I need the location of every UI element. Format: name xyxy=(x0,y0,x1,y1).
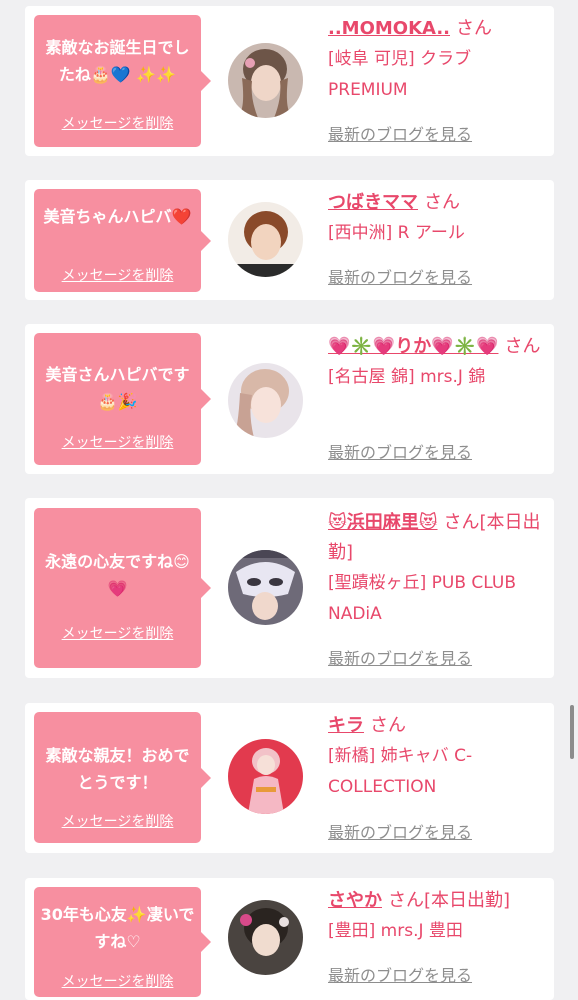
delete-message-link[interactable]: メッセージを削除 xyxy=(34,811,201,831)
delete-message-link[interactable]: メッセージを削除 xyxy=(34,623,201,643)
user-info: さやか さん[本日出勤] [豊田] mrs.J 豊田 xyxy=(328,886,546,947)
latest-blog-link[interactable]: 最新のブログを見る xyxy=(328,439,472,463)
honorific-label: さん xyxy=(443,512,480,533)
shop-info: [豊田] mrs.J 豊田 xyxy=(328,921,463,941)
delete-message-link[interactable]: メッセージを削除 xyxy=(34,265,201,285)
message-text: 素敵な親友！おめでとうです！ xyxy=(45,746,190,792)
message-bubble: 30年も心友✨凄いですね♡ メッセージを削除 xyxy=(34,887,211,997)
honorific-label: さん xyxy=(388,890,424,911)
latest-blog-link[interactable]: 最新のブログを見る xyxy=(328,121,472,145)
avatar[interactable] xyxy=(228,43,303,118)
message-text: 永遠の心友ですね😊💗 xyxy=(45,552,190,598)
user-name-link[interactable]: 😻浜田麻里😻 xyxy=(328,512,438,533)
honorific-label: さん xyxy=(504,336,541,357)
avatar[interactable] xyxy=(228,202,303,277)
latest-blog-link[interactable]: 最新のブログを見る xyxy=(328,962,472,986)
user-info: 💗✳️💗りか💗✳️💗 さん [名古屋 錦] mrs.J 錦 xyxy=(328,332,546,393)
avatar[interactable] xyxy=(228,900,303,975)
avatar[interactable] xyxy=(228,739,303,814)
shop-info: [名古屋 錦] mrs.J 錦 xyxy=(328,367,486,387)
user-name-link[interactable]: さやか xyxy=(328,890,382,911)
message-card: 永遠の心友ですね😊💗 メッセージを削除 😻浜田麻里😻 さん[本日出勤] [聖蹟桜ヶ… xyxy=(25,498,554,678)
message-card: 美音さんハピバです🎂🎉 メッセージを削除 💗✳️💗りか💗✳️💗 さん [名古屋 錦… xyxy=(25,324,554,474)
message-card: 素敵なお誕生日でしたね🎂💙 ✨✨ メッセージを削除 ..MOMOKA.. さん [… xyxy=(25,6,554,156)
avatar[interactable] xyxy=(228,550,303,625)
shop-info: [新橋] 姉キャバ C-COLLECTION xyxy=(328,746,473,797)
user-name-link[interactable]: つばきママ xyxy=(328,192,418,213)
message-card: 美音ちゃんハピバ❤️ メッセージを削除 つばきママ さん [西中洲] R アール … xyxy=(25,180,554,300)
user-name-link[interactable]: キラ xyxy=(328,715,364,736)
scrollbar[interactable] xyxy=(570,705,574,759)
status-label: [本日出勤] xyxy=(424,890,511,911)
latest-blog-link[interactable]: 最新のブログを見る xyxy=(328,645,472,669)
honorific-label: さん xyxy=(424,192,460,213)
message-card: 素敵な親友！おめでとうです！ メッセージを削除 キラ さん [新橋] 姉キャバ C… xyxy=(25,703,554,853)
user-name-link[interactable]: ..MOMOKA.. xyxy=(328,18,450,39)
message-bubble: 美音さんハピバです🎂🎉 メッセージを削除 xyxy=(34,333,211,465)
user-info: ..MOMOKA.. さん [岐阜 可児] クラブ PREMIUM xyxy=(328,14,546,106)
user-info: 😻浜田麻里😻 さん[本日出勤] [聖蹟桜ヶ丘] PUB CLUB NADiA xyxy=(328,508,546,630)
message-text: 美音ちゃんハピバ❤️ xyxy=(43,207,192,226)
user-name-link[interactable]: 💗✳️💗りか💗✳️💗 xyxy=(328,336,498,357)
latest-blog-link[interactable]: 最新のブログを見る xyxy=(328,819,472,843)
shop-info: [聖蹟桜ヶ丘] PUB CLUB NADiA xyxy=(328,573,517,624)
delete-message-link[interactable]: メッセージを削除 xyxy=(34,432,201,452)
message-text: 美音さんハピバです🎂🎉 xyxy=(45,365,190,411)
delete-message-link[interactable]: メッセージを削除 xyxy=(34,971,201,991)
shop-info: [岐阜 可児] クラブ PREMIUM xyxy=(328,49,472,100)
message-bubble: 美音ちゃんハピバ❤️ メッセージを削除 xyxy=(34,189,211,292)
avatar[interactable] xyxy=(228,363,303,438)
message-text: 30年も心友✨凄いですね♡ xyxy=(40,905,195,951)
shop-info: [西中洲] R アール xyxy=(328,223,465,243)
message-bubble: 素敵なお誕生日でしたね🎂💙 ✨✨ メッセージを削除 xyxy=(34,15,211,147)
latest-blog-link[interactable]: 最新のブログを見る xyxy=(328,264,472,288)
delete-message-link[interactable]: メッセージを削除 xyxy=(34,113,201,133)
message-bubble: 永遠の心友ですね😊💗 メッセージを削除 xyxy=(34,508,211,668)
message-bubble: 素敵な親友！おめでとうです！ メッセージを削除 xyxy=(34,712,211,843)
user-info: つばきママ さん [西中洲] R アール xyxy=(328,188,546,249)
honorific-label: さん xyxy=(370,715,406,736)
message-text: 素敵なお誕生日でしたね🎂💙 ✨✨ xyxy=(45,38,190,84)
honorific-label: さん xyxy=(456,18,492,39)
message-card: 30年も心友✨凄いですね♡ メッセージを削除 さやか さん[本日出勤] [豊田] … xyxy=(25,878,554,1000)
user-info: キラ さん [新橋] 姉キャバ C-COLLECTION xyxy=(328,711,546,803)
